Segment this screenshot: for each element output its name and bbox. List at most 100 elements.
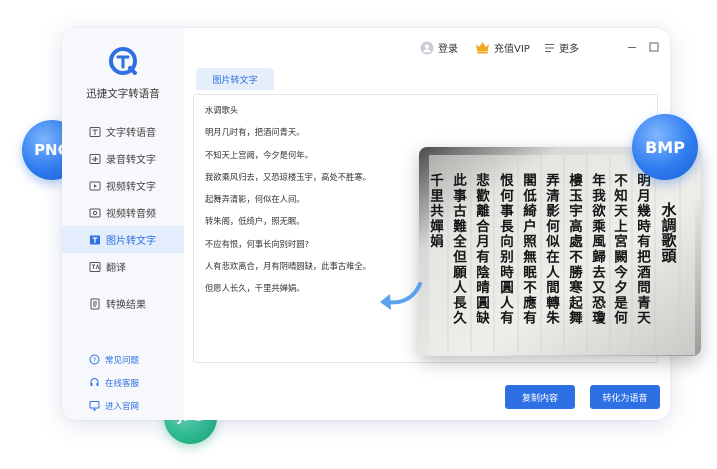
calligraphy-char: 起 — [568, 294, 583, 311]
login-button[interactable]: 登录 — [420, 40, 458, 55]
calligraphy-char: 去 — [592, 264, 606, 281]
sidebar-item-label: 录音转文字 — [106, 155, 156, 166]
sidebar-item-results[interactable]: 转换结果 — [62, 290, 184, 317]
translate-icon — [89, 261, 101, 273]
calligraphy-char: 乘 — [591, 218, 606, 235]
result-text-line: 明月几时有，把酒问青天。 — [205, 127, 305, 138]
calligraphy-char: 闕 — [614, 250, 628, 266]
calligraphy-char: 高 — [569, 218, 583, 235]
calligraphy-char: 何 — [614, 310, 628, 327]
calligraphy-char: 綺 — [523, 203, 537, 220]
calligraphy-char: 宮 — [614, 233, 628, 250]
calligraphy-char: 影 — [546, 204, 560, 220]
copy-button[interactable]: 复制内容 — [505, 385, 575, 409]
result-text-line: 人有悲欢离合，月有阴晴圆缺，此事古难全。 — [205, 261, 371, 272]
calligraphy-char: 夕 — [614, 279, 628, 296]
calligraphy-char: 離 — [476, 203, 490, 220]
vip-label: 充值VIP — [494, 44, 530, 55]
calligraphy-char: 古 — [453, 203, 467, 220]
calligraphy-char: 共 — [430, 203, 444, 220]
sidebar-item-label: 转换结果 — [106, 300, 146, 311]
link-label: 在线客服 — [105, 378, 140, 389]
calligraphy-char: 但 — [452, 249, 467, 266]
result-text-line: 转朱阁，低绮户，照无眠。 — [205, 216, 305, 227]
app-title: 迅捷文字转语音 — [86, 88, 160, 100]
sidebar-item-video-to-text[interactable]: 视频转文字 — [62, 172, 184, 199]
link-label: 进入官网 — [105, 401, 140, 412]
calligraphy-char: 陰 — [476, 264, 490, 281]
calligraphy-char: 恨 — [500, 172, 514, 189]
login-label: 登录 — [438, 44, 458, 55]
calligraphy-char: 無 — [523, 249, 537, 266]
vip-button[interactable]: 充值VIP — [475, 40, 530, 55]
sidebar-item-record-to-text[interactable]: 录音转文字 — [62, 145, 184, 172]
calligraphy-char: 娟 — [430, 233, 444, 250]
sidebar-item-label: 翻译 — [106, 263, 126, 274]
sidebar-item-label: 图片转文字 — [106, 236, 156, 247]
calligraphy-char: 向 — [500, 233, 514, 250]
calligraphy-char: 年 — [592, 172, 606, 189]
calligraphy-char: 户 — [523, 218, 537, 235]
calligraphy-char: 天 — [637, 311, 651, 327]
maximize-icon[interactable] — [648, 41, 660, 53]
calligraphy-char: 在 — [546, 249, 560, 266]
arrow-icon — [380, 282, 422, 310]
calligraphy-char: 間 — [546, 280, 560, 296]
calligraphy-char: 何 — [546, 218, 560, 235]
calligraphy-char: 有 — [500, 310, 514, 327]
calligraphy-char: 舞 — [569, 310, 583, 327]
sidebar-item-translate[interactable]: 翻译 — [62, 253, 184, 280]
calligraphy-char: 月 — [636, 188, 651, 204]
calligraphy-char: 青 — [637, 294, 651, 311]
calligraphy-char: 久 — [453, 310, 467, 327]
calligraphy-char: 風 — [592, 234, 606, 250]
calligraphy-char: 願 — [453, 265, 467, 281]
calligraphy-char: 此 — [453, 172, 467, 189]
user-icon — [420, 41, 434, 54]
sidebar-item-text-to-speech[interactable]: 文字转语音 — [62, 118, 184, 145]
calligraphy-char: 有 — [523, 310, 537, 327]
result-text-line: 我欲乘风归去，又恐琼楼玉宇，高处不胜寒。 — [205, 171, 371, 182]
calligraphy-char: 低 — [522, 187, 537, 204]
convert-to-speech-button[interactable]: 转化为语音 — [590, 385, 660, 409]
tab-image-to-text[interactable]: 图片转文字 — [196, 68, 274, 90]
calligraphy-char: 處 — [569, 233, 583, 250]
calligraphy-char: 事 — [500, 203, 514, 220]
sidebar-item-image-to-text[interactable]: 图片转文字 — [62, 226, 184, 253]
calligraphy-char: 酒 — [637, 265, 651, 281]
calligraphy-char: 晴 — [476, 279, 490, 296]
calligraphy-char: 别 — [499, 250, 514, 266]
minimize-icon[interactable] — [626, 41, 638, 53]
calligraphy-char: 轉 — [546, 294, 560, 311]
calligraphy-char: 悲 — [476, 172, 490, 189]
text-icon — [89, 126, 101, 138]
sidebar-item-label: 视频转音频 — [106, 209, 156, 220]
result-text-line: 但愿人长久，千里共婵娟。 — [205, 283, 305, 294]
calligraphy-char: 缺 — [476, 310, 490, 327]
calligraphy-char: 有 — [637, 233, 651, 250]
calligraphy-char: 歡 — [476, 187, 490, 204]
calligraphy-char: 人 — [500, 295, 514, 311]
service-icon — [89, 377, 100, 388]
calligraphy-char: 里 — [430, 188, 444, 204]
result-icon — [89, 298, 101, 310]
calligraphy-char: 知 — [614, 187, 628, 204]
calligraphy-char: 不 — [523, 280, 537, 296]
calligraphy-char: 月 — [475, 234, 490, 250]
calligraphy-char: 問 — [637, 280, 651, 296]
sidebar-item-video-to-audio[interactable]: 视频转音频 — [62, 199, 184, 226]
faq-link[interactable]: ? 常见问题 — [62, 348, 184, 371]
sidebar-item-label: 文字转语音 — [106, 128, 156, 139]
calligraphy-char: 寒 — [569, 279, 583, 296]
result-text-line: 水调歌头 — [205, 105, 239, 115]
calligraphy-char: 玉 — [569, 188, 583, 204]
website-link[interactable]: 进入官网 — [62, 394, 184, 417]
online-service-link[interactable]: 在线客服 — [62, 371, 184, 394]
calligraphy-char: 不 — [614, 173, 628, 189]
calligraphy-char: 何 — [500, 187, 514, 204]
more-menu[interactable]: 更多 — [544, 40, 579, 55]
calligraphy-char: 我 — [592, 188, 606, 204]
calligraphy-char: 幾 — [637, 203, 651, 220]
link-label: 常见问题 — [105, 355, 140, 366]
calligraphy-char: 閣 — [523, 173, 537, 189]
